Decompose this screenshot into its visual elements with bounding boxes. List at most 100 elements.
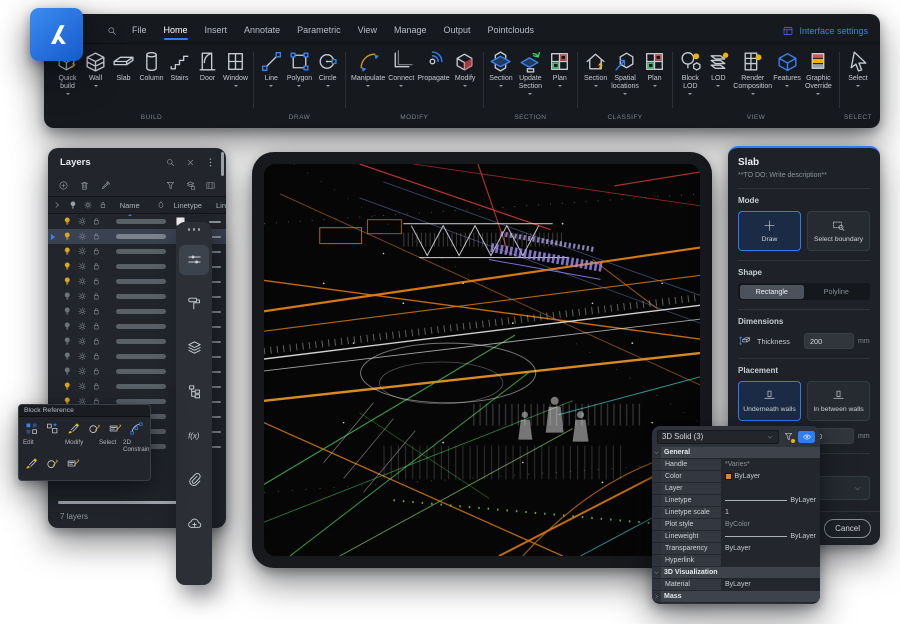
ribbon-button-door[interactable]: Door bbox=[194, 47, 221, 83]
sun-icon[interactable] bbox=[77, 291, 88, 302]
property-row-layer[interactable]: Layer bbox=[652, 483, 820, 495]
lock-icon[interactable] bbox=[91, 291, 102, 302]
bulb-icon[interactable] bbox=[62, 291, 73, 302]
sun-icon[interactable] bbox=[77, 276, 88, 287]
property-row-color[interactable]: ColorByLayer bbox=[652, 471, 820, 483]
property-row-hyperlink[interactable]: Hyperlink bbox=[652, 555, 820, 567]
cancel-button[interactable]: Cancel bbox=[824, 519, 871, 538]
thickness-input[interactable] bbox=[804, 333, 854, 349]
bulb-icon[interactable] bbox=[62, 366, 73, 377]
draw-mode-button[interactable]: Draw bbox=[738, 211, 801, 251]
property-row-handle[interactable]: Handle*Varies* bbox=[652, 459, 820, 471]
filter-icon[interactable] bbox=[165, 180, 176, 191]
ribbon-button-stairs[interactable]: Stairs bbox=[166, 47, 193, 83]
bulb-icon[interactable] bbox=[62, 321, 73, 332]
block-reference-title[interactable]: Block Reference bbox=[19, 405, 150, 417]
lock-icon[interactable] bbox=[91, 246, 102, 257]
interface-settings-button[interactable]: Interface settings bbox=[782, 25, 868, 37]
bulb-icon[interactable] bbox=[62, 351, 73, 362]
ribbon-button-spatial-locations[interactable]: Spatial locations bbox=[610, 47, 640, 97]
bulb-icon[interactable] bbox=[62, 381, 73, 392]
lock-icon[interactable] bbox=[91, 321, 102, 332]
lock-icon[interactable] bbox=[91, 306, 102, 317]
in-between-walls-button[interactable]: In between walls bbox=[807, 381, 870, 421]
property-filter-icon[interactable] bbox=[783, 431, 794, 442]
block-attributes2-button[interactable] bbox=[63, 453, 84, 474]
properties-panel-button[interactable] bbox=[179, 245, 209, 275]
lock-icon[interactable] bbox=[91, 231, 102, 242]
bulb-icon[interactable] bbox=[62, 231, 73, 242]
menu-tab-view[interactable]: View bbox=[358, 21, 377, 40]
ribbon-button-update-section[interactable]: Update Section bbox=[515, 47, 545, 97]
block-attributes-button[interactable] bbox=[105, 418, 126, 439]
layers-panel-button[interactable] bbox=[179, 333, 209, 363]
ribbon-button-wall[interactable]: Wall bbox=[82, 47, 109, 89]
section-general[interactable]: General bbox=[652, 447, 820, 459]
close-icon[interactable] bbox=[185, 157, 196, 168]
menu-tab-home[interactable]: Home bbox=[164, 21, 188, 40]
ribbon-button-block-lod[interactable]: Block LOD bbox=[677, 47, 704, 97]
quick-select-eye-button[interactable] bbox=[798, 431, 815, 443]
sun-icon[interactable] bbox=[77, 306, 88, 317]
property-row-material[interactable]: MaterialByLayer bbox=[652, 579, 820, 591]
ribbon-button-render-composition[interactable]: Render Composition bbox=[733, 47, 773, 97]
property-row-lineweight[interactable]: LineweightByLayer bbox=[652, 531, 820, 543]
ribbon-button-slab[interactable]: Slab bbox=[110, 47, 137, 83]
ribbon-button-propagate[interactable]: Propagate bbox=[416, 47, 450, 83]
sun-icon[interactable] bbox=[77, 351, 88, 362]
menu-tab-pointclouds[interactable]: Pointclouds bbox=[488, 21, 535, 40]
block-edit-button[interactable] bbox=[21, 418, 42, 439]
sun-icon[interactable] bbox=[77, 336, 88, 347]
bulb-icon[interactable] bbox=[62, 276, 73, 287]
ribbon-button-classify-section[interactable]: Section bbox=[582, 47, 609, 89]
ribbon-button-manipulate[interactable]: Manipulate bbox=[350, 47, 386, 89]
ribbon-button-features[interactable]: Features bbox=[774, 47, 801, 89]
ribbon-button-graphic-override[interactable]: Graphic Override bbox=[802, 47, 836, 97]
lock-icon[interactable] bbox=[91, 366, 102, 377]
sun-icon[interactable] bbox=[77, 216, 88, 227]
delete-layer-icon[interactable] bbox=[79, 180, 90, 191]
block-modify-button[interactable] bbox=[63, 418, 84, 439]
bulb-icon[interactable] bbox=[62, 216, 73, 227]
column-lineweight[interactable]: Lin bbox=[216, 201, 226, 210]
select-boundary-button[interactable]: Select boundary bbox=[807, 211, 870, 251]
block-modify2-button[interactable] bbox=[21, 453, 42, 474]
menu-tab-annotate[interactable]: Annotate bbox=[244, 21, 280, 40]
menu-tab-file[interactable]: File bbox=[132, 21, 147, 40]
section-3d-visualization[interactable]: 3D Visualization bbox=[652, 567, 820, 579]
ribbon-button-polygon[interactable]: Polygon bbox=[286, 47, 313, 89]
kebab-menu-icon[interactable] bbox=[205, 157, 216, 168]
sun-icon[interactable] bbox=[77, 246, 88, 257]
bulb-icon[interactable] bbox=[62, 336, 73, 347]
search-icon[interactable] bbox=[165, 157, 176, 168]
vertical-scrollbar[interactable] bbox=[221, 152, 224, 176]
lock-icon[interactable] bbox=[91, 216, 102, 227]
sun-icon[interactable] bbox=[77, 261, 88, 272]
bulb-icon[interactable] bbox=[62, 246, 73, 257]
column-linetype[interactable]: Linetype bbox=[174, 201, 202, 210]
menu-tab-parametric[interactable]: Parametric bbox=[297, 21, 341, 40]
shape-option-rectangle[interactable]: Rectangle bbox=[740, 285, 805, 299]
property-row-linetype-scale[interactable]: Linetype scale1 bbox=[652, 507, 820, 519]
block-select-button[interactable] bbox=[84, 418, 105, 439]
lock-icon[interactable] bbox=[91, 351, 102, 362]
ribbon-button-plan[interactable]: Plan bbox=[546, 47, 573, 89]
block-edit-inplace-button[interactable] bbox=[42, 418, 63, 439]
lock-icon[interactable] bbox=[91, 261, 102, 272]
structure-panel-button[interactable] bbox=[179, 377, 209, 407]
ribbon-button-modify[interactable]: Modify bbox=[452, 47, 479, 89]
section-mass[interactable]: Mass bbox=[652, 591, 820, 603]
ribbon-button-circle[interactable]: Circle bbox=[314, 47, 341, 89]
drag-handle-icon[interactable] bbox=[188, 228, 201, 231]
column-name[interactable]: Name bbox=[120, 201, 140, 210]
parameters-panel-button[interactable]: f(x) bbox=[179, 421, 209, 451]
sun-icon[interactable] bbox=[77, 321, 88, 332]
sun-icon[interactable] bbox=[77, 381, 88, 392]
menu-tab-output[interactable]: Output bbox=[443, 21, 470, 40]
ribbon-button-classify-plan[interactable]: Plan bbox=[641, 47, 668, 89]
layers-column-header[interactable]: Name Linetype Lin bbox=[48, 197, 226, 214]
bulb-icon[interactable] bbox=[62, 306, 73, 317]
ribbon-button-section[interactable]: Section bbox=[487, 47, 514, 89]
model-viewport[interactable] bbox=[252, 152, 712, 568]
ribbon-button-column[interactable]: Column bbox=[138, 47, 165, 83]
